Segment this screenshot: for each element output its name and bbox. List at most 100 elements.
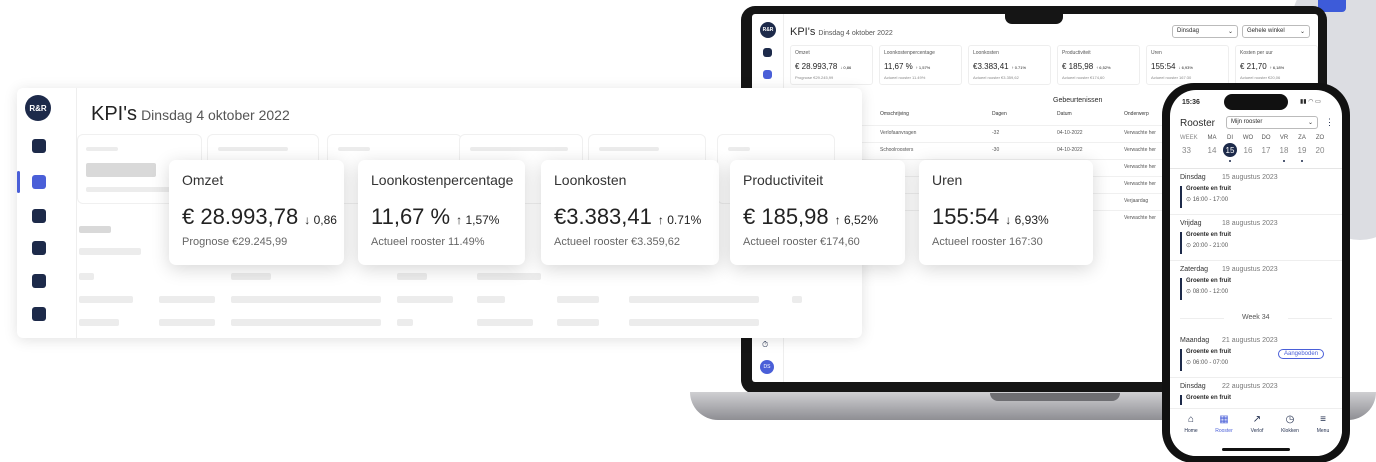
shift-item[interactable]: Groente en fruit <box>1180 395 1231 405</box>
kpi-label: Omzet <box>182 172 224 188</box>
laptop-kpi-change: ↑ 1,57% <box>915 65 931 70</box>
day-header: Zaterdag <box>1180 266 1209 273</box>
nav-item-menu[interactable]: ≡ Menu <box>1308 414 1338 434</box>
laptop-kpi-card[interactable]: Kosten per uur € 21,70 ↑ 6,18% Actueel roos… <box>1235 45 1318 85</box>
nav-item-kpi[interactable] <box>32 175 46 189</box>
nav-item-5[interactable] <box>32 274 46 288</box>
kpi-card-uren[interactable]: Uren 155:54 ↓ 6,93% Actueel rooster 167:30 <box>919 160 1093 265</box>
status-badge[interactable]: Aangeboden <box>1278 349 1325 359</box>
kpi-footer: Actueel rooster 167:30 <box>932 236 1043 248</box>
menu-icon: ≡ <box>1320 414 1326 425</box>
chevron-down-icon: ⌄ <box>1227 29 1233 35</box>
kpi-label: Uren <box>932 172 963 188</box>
chevron-down-icon: ⌄ <box>1299 29 1305 35</box>
logo[interactable]: R&R <box>760 22 776 38</box>
shift-item[interactable]: Groente en fruit ⊙ 20:00 - 21:00 <box>1180 232 1231 254</box>
shift-item[interactable]: Groente en fruit ⊙ 06:00 - 07:00 <box>1180 349 1231 371</box>
laptop-kpi-label: Loonkosten <box>973 50 999 56</box>
nav-item-1[interactable] <box>32 139 46 153</box>
day-header: Vrijdag <box>1180 220 1202 227</box>
kpi-change: ↓ 0,86 <box>304 213 337 227</box>
laptop-kpi-footer: Actueel rooster €20,06 <box>1240 75 1281 80</box>
nav-item-rooster[interactable]: ▦ Rooster <box>1209 414 1239 434</box>
kpi-value: € 28.993,78 ↓ 0,86 <box>182 204 337 230</box>
table-row-divider <box>832 142 1172 143</box>
nav-item-3[interactable] <box>32 209 46 223</box>
day-date: 19 augustus 2023 <box>1222 266 1278 273</box>
date-cell[interactable]: 18 <box>1277 143 1291 157</box>
laptop-kpi-value-text: 11,67 % <box>884 62 913 71</box>
nav-label: Menu <box>1316 428 1330 434</box>
laptop-kpi-card[interactable]: Uren 155:54 ↓ 6,93% Actueel rooster 167:30 <box>1146 45 1229 85</box>
divider <box>1170 214 1342 215</box>
weekday-label: ZO <box>1315 135 1325 141</box>
kpi-label: Loonkostenpercentage <box>371 172 514 188</box>
weekday-label: VR <box>1279 135 1289 141</box>
home-icon: ⌂ <box>1187 414 1195 425</box>
laptop-kpi-footer: Actueel rooster €174,60 <box>1062 75 1105 80</box>
laptop-kpi-card[interactable]: Loonkosten €3.383,41 ↑ 0.71% Actueel rooste… <box>968 45 1051 85</box>
table-cell: Verwachte her <box>1124 181 1156 187</box>
more-icon[interactable]: ⋮ <box>1325 117 1334 128</box>
nav-item-home[interactable]: ⌂ Home <box>1176 414 1206 434</box>
nav-calendar-icon[interactable] <box>763 48 772 57</box>
laptop-kpi-label: Productiviteit <box>1062 50 1091 56</box>
logo[interactable]: R&R <box>25 95 51 121</box>
weekday-label: ZA <box>1298 135 1306 141</box>
avatar[interactable]: DS <box>760 360 774 374</box>
date-cell[interactable]: 17 <box>1259 143 1273 157</box>
date-cell[interactable]: 14 <box>1205 143 1219 157</box>
week-label: WEEK <box>1180 135 1198 141</box>
shift-time-text: 06:00 - 07:00 <box>1192 360 1229 366</box>
kpi-value: €3.383,41 ↑ 0.71% <box>554 204 701 230</box>
date-cell[interactable]: 19 <box>1295 143 1309 157</box>
kpi-card-loonkostenpercentage[interactable]: Loonkostenpercentage 11,67 % ↑ 1,57% Actuee… <box>358 160 525 265</box>
shift-item[interactable]: Groente en fruit ⊙ 16:00 - 17:00 <box>1180 186 1231 208</box>
nav-item-6[interactable] <box>32 307 46 321</box>
laptop-kpi-card[interactable]: Omzet € 28.993,78 ↓ 0,86 Prognose €29.245,9… <box>790 45 873 85</box>
status-icons: ▮▮ ◠ ▭ <box>1300 99 1321 105</box>
laptop-kpi-change: ↑ 6,18% <box>1269 65 1285 70</box>
divider <box>1288 318 1332 319</box>
clock-icon[interactable]: ⏱ <box>762 340 768 350</box>
laptop-kpi-card[interactable]: Loonkostenpercentage 11,67 % ↑ 1,57% Actuee… <box>879 45 962 85</box>
table-header: Datum <box>1057 111 1072 117</box>
kpi-card-productiviteit[interactable]: Productiviteit € 185,98 ↑ 6,52% Actueel roo… <box>730 160 905 265</box>
shift-time-text: 20:00 - 21:00 <box>1192 243 1229 249</box>
badge-text: Aangeboden <box>1284 351 1319 357</box>
shift-time: ⊙ 08:00 - 12:00 <box>1186 288 1231 295</box>
laptop-kpi-label: Kosten per uur <box>1240 50 1273 56</box>
shift-time-text: 08:00 - 12:00 <box>1192 289 1229 295</box>
laptop-camera-notch <box>1005 8 1063 24</box>
nav-label: Klokken <box>1281 428 1299 434</box>
date-cell[interactable]: 20 <box>1313 143 1327 157</box>
page-title: KPI's Dinsdag 4 oktober 2022 <box>790 26 893 38</box>
shift-item[interactable]: Groente en fruit ⊙ 08:00 - 12:00 <box>1180 278 1231 300</box>
laptop-kpi-change: ↓ 6,93% <box>1178 65 1193 70</box>
nav-label: Verlof <box>1250 428 1264 434</box>
date-cell[interactable]: 16 <box>1241 143 1255 157</box>
week-number: 33 <box>1182 146 1191 155</box>
nav-item-4[interactable] <box>32 241 46 255</box>
store-select[interactable]: Gehele winkel ⌄ <box>1242 25 1310 38</box>
shift-time: ⊙ 06:00 - 07:00 <box>1186 359 1231 366</box>
day-select[interactable]: Dinsdag ⌄ <box>1172 25 1238 38</box>
laptop-kpi-card[interactable]: Productiviteit € 185,98 ↑ 6,52% Actueel roo… <box>1057 45 1140 85</box>
roster-select[interactable]: Mijn rooster ⌄ <box>1226 116 1318 129</box>
laptop-kpi-value-text: € 28.993,78 <box>795 62 838 71</box>
laptop-kpi-value: € 21,70 ↑ 6,18% <box>1240 62 1284 71</box>
laptop-hinge <box>990 393 1120 401</box>
nav-kpi-icon[interactable] <box>763 70 772 79</box>
leave-icon: ↗ <box>1252 414 1262 425</box>
nav-item-verlof[interactable]: ↗ Verlof <box>1242 414 1272 434</box>
laptop-kpi-value: € 185,98 ↑ 6,52% <box>1062 62 1111 71</box>
phone-screen: 15:36 ▮▮ ◠ ▭ Rooster Mijn rooster ⌄ ⋮ WEE… <box>1170 90 1342 456</box>
date-cell[interactable]: 15 <box>1223 143 1237 157</box>
table-cell: 04-10-2022 <box>1057 130 1083 136</box>
weekday-label: MA <box>1207 135 1217 141</box>
laptop-kpi-change: ↑ 0.71% <box>1011 65 1027 70</box>
kpi-card-loonkosten[interactable]: Loonkosten €3.383,41 ↑ 0.71% Actueel rooste… <box>541 160 719 265</box>
nav-item-klokken[interactable]: ◷ Klokken <box>1275 414 1305 434</box>
kpi-card-omzet[interactable]: Omzet € 28.993,78 ↓ 0,86 Prognose €29.245,9… <box>169 160 344 265</box>
divider <box>1170 377 1342 378</box>
